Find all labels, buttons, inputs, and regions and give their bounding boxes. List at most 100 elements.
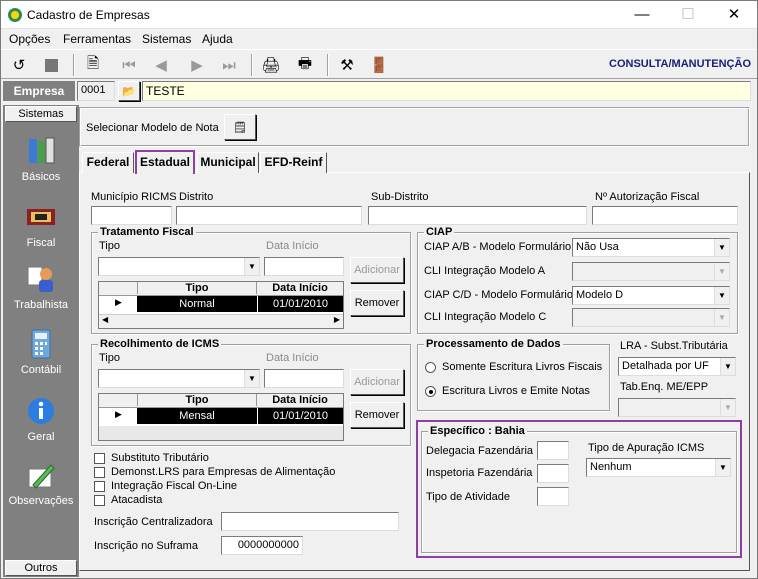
cli-a-select[interactable]: ▼ [572,262,730,281]
scroll-left-icon[interactable]: ◀ [102,315,108,324]
autorizacao-input[interactable] [592,206,738,225]
empresa-code-field[interactable]: 0001 [77,81,115,101]
undo-icon[interactable]: ↺ [7,53,31,77]
modelo-panel: Selecionar Modelo de Nota 🗒 [79,107,750,147]
mode-indicator: CONSULTA/MANUTENÇÃO [609,58,751,70]
somente-escritura-radio[interactable] [425,362,436,373]
table-row[interactable]: ▶ Mensal 01/01/2010 [99,408,343,424]
recolhimento-data-input[interactable] [264,369,344,388]
inspetoria-input[interactable] [537,464,569,483]
menu-opcoes[interactable]: Opções [9,32,50,46]
municipio-ricms-input[interactable] [91,206,172,225]
sidebar-item-label: Fiscal [26,237,56,249]
tools-icon[interactable]: ⚒ [335,53,359,77]
inscricao-centralizadora-input[interactable] [221,512,399,531]
menu-sistemas[interactable]: Sistemas [142,32,191,46]
tratamento-title: Tratamento Fiscal [98,226,196,238]
sidebar-header-sistemas[interactable]: Sistemas [5,106,77,122]
empresa-name-field[interactable]: TESTE [142,81,751,101]
fiscal-icon [27,209,55,225]
tratamento-grid[interactable]: Tipo Data Início ▶ Normal 01/01/2010 ◀ ▶ [98,281,344,329]
distrito-input[interactable] [176,206,362,225]
atividade-input[interactable] [537,487,569,506]
somente-escritura-label: Somente Escritura Livros Fiscais [442,361,603,373]
toolbar-separator [73,54,75,76]
worker-icon [27,266,53,292]
row-pointer-icon: ▶ [115,297,122,307]
menu-ajuda[interactable]: Ajuda [202,32,233,46]
recolhimento-remove-button[interactable]: Remover [350,402,404,428]
delegacia-label: Delegacia Fazendária [426,445,534,457]
main-window: Cadastro de Empresas — ☐ ✕ Opções Ferram… [0,0,758,579]
substituto-checkbox[interactable] [94,453,105,464]
first-record-icon[interactable]: ⏮ [117,53,141,77]
integracao-checkbox[interactable] [94,481,105,492]
window-title: Cadastro de Empresas [27,8,150,22]
stop-icon[interactable] [39,53,63,77]
cli-a-label: CLI Integração Modelo A [424,265,546,277]
atacadista-checkbox[interactable] [94,495,105,506]
delegacia-input[interactable] [537,441,569,460]
table-row[interactable]: ▶ Normal 01/01/2010 [99,296,343,312]
tratamento-tipo-label: Tipo [99,240,120,252]
demonst-checkbox[interactable] [94,467,105,478]
tratamento-data-label: Data Início [266,240,319,252]
tab-efd-reinf[interactable]: EFD-Reinf [260,152,327,173]
horizontal-scrollbar[interactable]: ◀ ▶ [99,314,343,328]
tab-federal[interactable]: Federal [82,152,134,173]
tratamento-tipo-select[interactable]: ▼ [98,257,260,276]
sidebar-footer-outros[interactable]: Outros [5,560,77,576]
tab-municipal[interactable]: Municipal [197,152,259,173]
sidebar-item-basicos[interactable]: Básicos [3,135,79,183]
ciap-ab-select[interactable]: Não Usa ▼ [572,238,730,257]
next-record-icon[interactable]: ▶ [185,53,209,77]
tratamento-remove-button[interactable]: Remover [350,290,404,316]
sidebar-item-contabil[interactable]: Contábil [3,328,79,376]
ciap-title: CIAP [424,226,455,238]
grid-header: Tipo Data Início [99,282,343,296]
sub-distrito-input[interactable] [368,206,587,225]
tab-estadual[interactable]: Estadual [135,150,195,174]
apuracao-select[interactable]: Nenhum ▼ [586,458,731,477]
preview-icon[interactable]: 🗎 [81,53,105,77]
apuracao-label: Tipo de Apuração ICMS [588,442,705,454]
minimize-button[interactable]: — [619,1,665,29]
calculator-icon [31,329,51,359]
select-model-button[interactable]: 🗒 [224,114,256,140]
ciap-cd-label: CIAP C/D - Modelo Formulário [424,289,573,301]
row-pointer-icon: ▶ [115,409,122,419]
lra-select[interactable]: Detalhada por UF ▼ [618,357,736,376]
recolhimento-add-button[interactable]: Adicionar [350,369,404,395]
recolhimento-title: Recolhimento de ICMS [98,338,222,350]
previous-record-icon[interactable]: ◀ [149,53,173,77]
ciap-ab-value: Não Usa [576,241,619,253]
print-icon[interactable]: 🖨 [259,53,283,77]
sidebar-item-label: Contábil [20,364,62,376]
print-setup-icon[interactable]: 🖶 [293,53,317,77]
ciap-cd-select[interactable]: Modelo D ▼ [572,286,730,305]
lra-label: LRA - Subst.Tributária [620,340,728,352]
suframa-input[interactable]: 0000000000 [221,536,303,555]
sidebar-item-trabalhista[interactable]: Trabalhista [3,263,79,311]
menu-ferramentas[interactable]: Ferramentas [63,32,131,46]
escritura-emite-radio[interactable] [425,386,436,397]
sidebar-item-fiscal[interactable]: Fiscal [3,201,79,249]
sidebar-item-observacoes[interactable]: Observações [3,459,79,507]
recolhimento-grid[interactable]: Tipo Data Início ▶ Mensal 01/01/2010 [98,393,344,441]
menu-bar: Opções Ferramentas Sistemas Ajuda [1,29,757,49]
scroll-right-icon[interactable]: ▶ [334,315,340,324]
sidebar-item-geral[interactable]: Geral [3,395,79,443]
municipio-ricms-label: Município RICMS [91,191,177,203]
title-bar: Cadastro de Empresas — ☐ ✕ [1,1,757,29]
close-button[interactable]: ✕ [711,1,757,29]
maximize-button[interactable]: ☐ [665,1,711,29]
last-record-icon[interactable]: ⏭ [217,53,241,77]
tratamento-data-input[interactable] [264,257,344,276]
tratamento-add-button[interactable]: Adicionar [350,257,404,283]
exit-door-icon[interactable]: 🚪 [367,53,391,77]
tab-enq-select[interactable]: ▼ [618,398,736,417]
cli-c-select[interactable]: ▼ [572,308,730,327]
recolhimento-tipo-select[interactable]: ▼ [98,369,260,388]
sub-distrito-label: Sub-Distrito [371,191,429,203]
open-folder-button[interactable]: 📂 [118,81,140,101]
